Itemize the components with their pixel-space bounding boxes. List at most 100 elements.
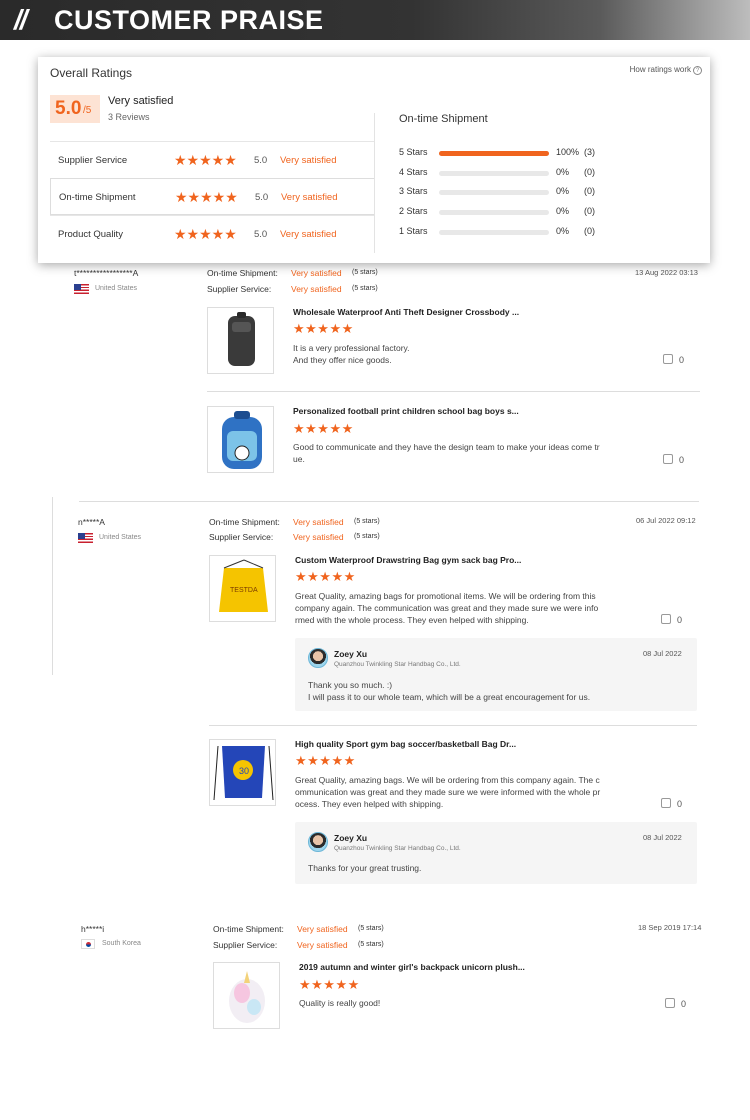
bar-count: (0) [584,206,595,216]
supplier-reply: Zoey Xu Quanzhou Twinkling Star Handbag … [295,822,697,884]
review-country: South Korea [102,940,141,947]
kr-flag-icon [81,939,95,949]
like-button[interactable]: 0 [661,798,682,809]
overall-ratings-card: Overall Ratings How ratings work? 5.0 /5… [38,57,710,263]
product-stars: ★★★★★ [295,753,356,768]
comment-line: company again. The communication was gre… [295,603,599,613]
bar-label: 3 Stars [399,186,428,196]
comment-line: ue. [293,454,305,464]
reply-line: I will pass it to our whole team, which … [308,692,591,702]
ss-stars: (5 stars) [352,285,378,292]
ots-stars: (5 stars) [358,925,384,932]
product-thumbnail[interactable]: TESTDA [209,555,276,622]
product-thumbnail[interactable] [207,406,274,473]
ots-stars: (5 stars) [354,518,380,525]
rating-bar-1: 1 Stars 0% (0) [399,225,639,239]
bar-fill [439,151,549,156]
comment-line: Good to communicate and they have the de… [293,442,600,452]
help-icon: ? [693,66,702,75]
backpack-image [222,411,262,469]
review-comment: Great Quality, amazing bags. We will be … [295,774,600,810]
card-title: Overall Ratings [50,66,133,80]
bar-track [439,190,549,195]
ss-stars: (5 stars) [358,941,384,948]
like-button[interactable]: 0 [665,998,686,1009]
review-username: h*****i [81,924,105,934]
criterion-name: Supplier Service [58,155,128,166]
like-count: 0 [679,455,685,465]
comment-line: ocess. They even helped with shipping. [295,799,444,809]
unicorn-backpack-image [229,971,265,1023]
us-flag-icon [78,533,93,543]
vertical-divider [374,113,375,253]
criterion-label: Very satisfied [281,192,338,203]
how-ratings-label: How ratings work [629,65,691,74]
thumbs-up-icon [663,354,673,364]
ss-label: Supplier Service: [207,284,272,294]
reply-name: Zoey Xu [334,649,368,659]
product-title[interactable]: Wholesale Waterproof Anti Theft Designer… [293,307,519,317]
thumbs-up-icon [665,998,675,1008]
banner-title: CUSTOMER PRAISE [54,5,324,35]
product-thumbnail[interactable] [213,962,280,1029]
bar-count: (3) [584,147,595,157]
ots-label: On-time Shipment: [209,517,280,527]
bar-percent: 0% [556,186,570,196]
us-flag-icon [74,284,89,294]
svg-text:TESTDA: TESTDA [230,587,258,594]
criterion-on-time-shipment[interactable]: On-time Shipment ★★★★★ 5.0 Very satisfie… [50,178,375,215]
like-button[interactable]: 0 [663,454,684,465]
bar-label: 4 Stars [399,167,428,177]
criterion-product-quality[interactable]: Product Quality ★★★★★ 5.0 Very satisfied [50,215,375,252]
product-thumbnail[interactable]: 30 [209,739,276,806]
review-date: 06 Jul 2022 09:12 [636,516,696,525]
review-username: t*****************A [74,268,139,278]
thumbs-up-icon [661,798,671,808]
review-date: 18 Sep 2019 17:14 [638,923,702,932]
product-thumbnail[interactable] [207,307,274,374]
review-comment: It is a very professional factory. And t… [293,342,410,366]
overall-score: 5.0 [55,98,82,119]
rating-bar-3: 3 Stars 0% (0) [399,185,639,199]
like-count: 0 [681,999,687,1009]
criterion-label: Very satisfied [280,229,337,240]
review-date: 13 Aug 2022 03:13 [635,268,698,277]
rating-bar-4: 4 Stars 0% (0) [399,166,639,180]
product-title[interactable]: Personalized football print children sch… [293,406,519,416]
reply-line: Thanks for your great trusting. [308,863,422,873]
slashes-icon: // [14,4,27,35]
rating-bar-2: 2 Stars 0% (0) [399,205,639,219]
bar-count: (0) [584,226,595,236]
reply-text: Thank you so much. :) I will pass it to … [308,679,590,703]
ots-value: Very satisfied [293,517,344,527]
product-title[interactable]: Custom Waterproof Drawstring Bag gym sac… [295,555,521,565]
product-stars: ★★★★★ [293,321,354,336]
thumbs-up-icon [661,614,671,624]
like-button[interactable]: 0 [663,354,684,365]
comment-line: Great Quality, amazing bags. We will be … [295,775,600,785]
gym-bag-image: 30 [213,745,274,801]
svg-text:30: 30 [239,766,249,776]
criterion-supplier-service[interactable]: Supplier Service ★★★★★ 5.0 Very satisfie… [50,141,375,178]
review-username: n*****A [78,517,105,527]
bar-percent: 100% [556,147,580,157]
overall-score-badge: 5.0 /5 [50,95,100,123]
product-title[interactable]: 2019 autumn and winter girl's backpack u… [299,962,525,972]
ss-value: Very satisfied [297,940,348,950]
bar-label: 5 Stars [399,147,428,157]
drawstring-bag-image: TESTDA [219,559,268,612]
review-comment: Great Quality, amazing bags for promotio… [295,590,598,626]
comment-line: Quality is really good! [299,998,381,1008]
ss-label: Supplier Service: [209,532,274,542]
criterion-score: 5.0 [255,192,269,203]
review-country: United States [95,285,138,292]
reviews-count: 3 Reviews [108,112,150,122]
rating-bar-5: 5 Stars 100% (3) [399,146,639,160]
product-title[interactable]: High quality Sport gym bag soccer/basket… [295,739,516,749]
avatar [308,648,328,668]
criterion-stars: ★★★★★ [174,226,237,242]
comment-line: rmed with the whole process. They even h… [295,615,529,625]
how-ratings-work-link[interactable]: How ratings work? [630,65,702,75]
like-button[interactable]: 0 [661,614,682,625]
comment-line: Great Quality, amazing bags for promotio… [295,591,596,601]
